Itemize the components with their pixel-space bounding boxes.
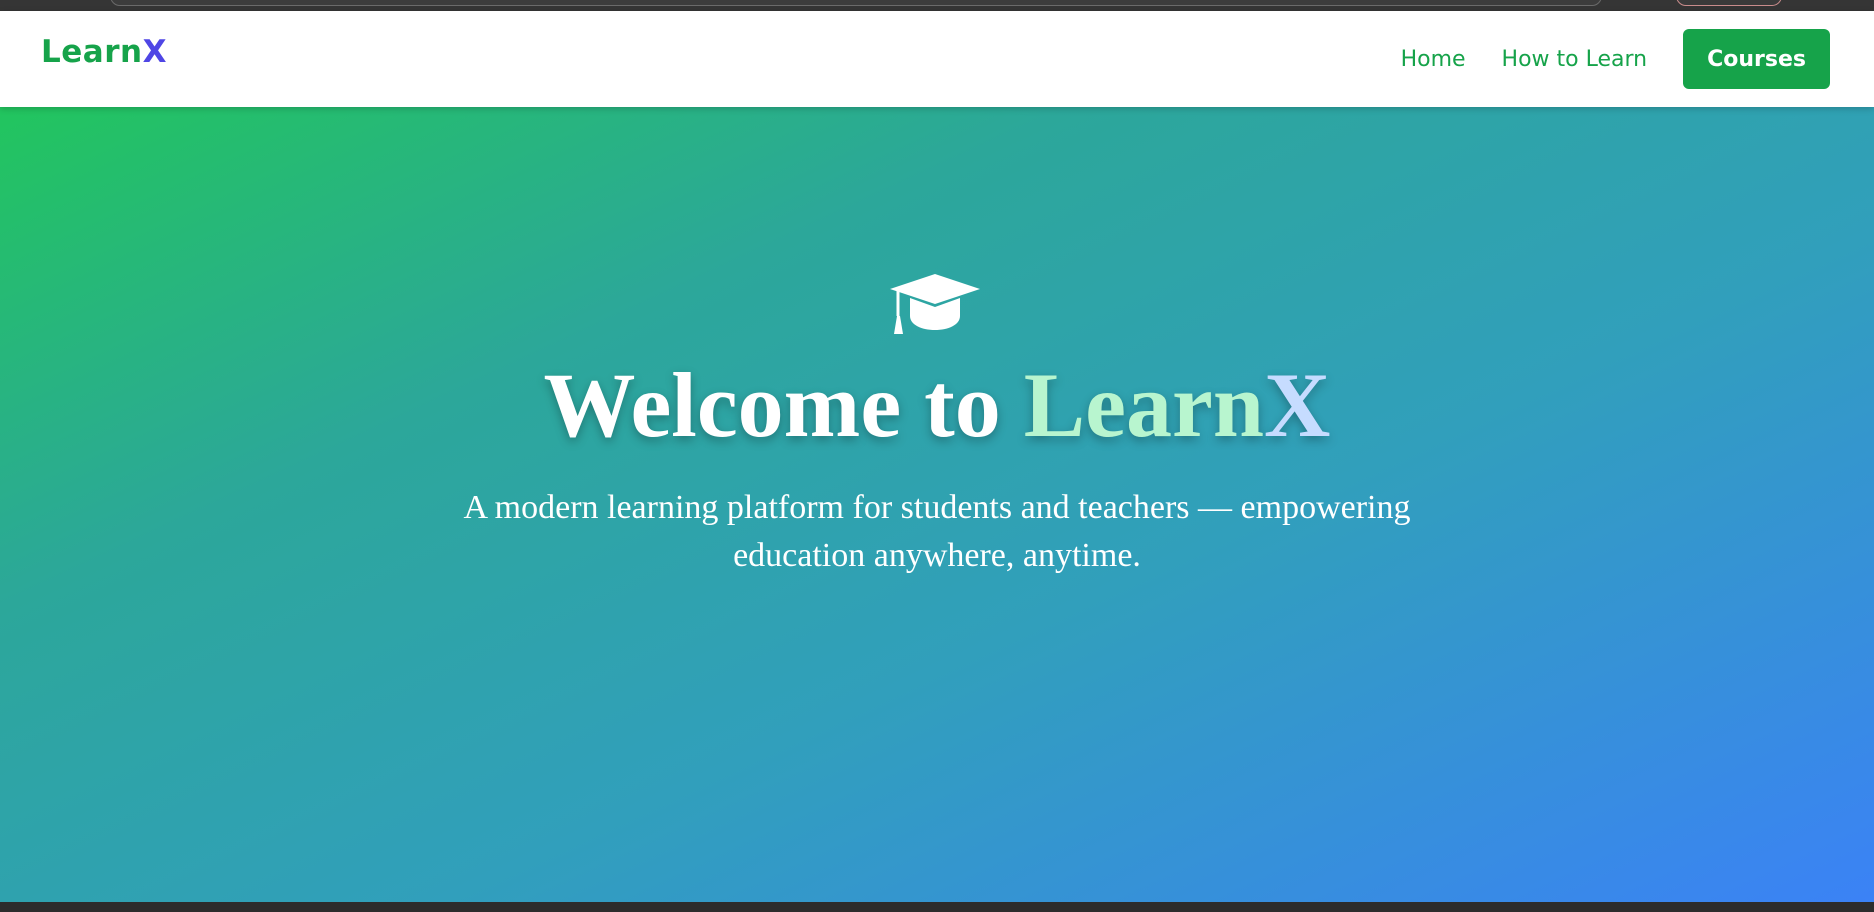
hero-title-learn: Learn [1023, 354, 1264, 456]
hero-subtitle: A modern learning platform for students … [463, 489, 1411, 574]
nav-links: Home How to Learn Courses [1365, 29, 1830, 89]
logo-text-learn: Learn [41, 34, 143, 70]
hero-title-x: X [1264, 354, 1331, 456]
browser-chrome [0, 0, 1874, 11]
hero-section: Welcome to LearnX A modern learning plat… [0, 107, 1874, 902]
nav-link-home[interactable]: Home [1401, 47, 1466, 72]
logo-text-x: X [142, 34, 167, 70]
nav-link-how-to-learn[interactable]: How to Learn [1502, 47, 1648, 72]
hero-title-welcome: Welcome to [543, 354, 1024, 456]
navbar: LearnX Home How to Learn Courses [0, 11, 1874, 107]
logo[interactable]: LearnX [41, 37, 167, 68]
graduation-cap-icon [890, 274, 980, 334]
hero-title: Welcome to LearnX [0, 359, 1874, 451]
bottom-bar [0, 902, 1874, 912]
browser-profile-button[interactable] [1676, 0, 1782, 6]
courses-button[interactable]: Courses [1683, 29, 1830, 89]
address-bar[interactable] [110, 0, 1602, 6]
